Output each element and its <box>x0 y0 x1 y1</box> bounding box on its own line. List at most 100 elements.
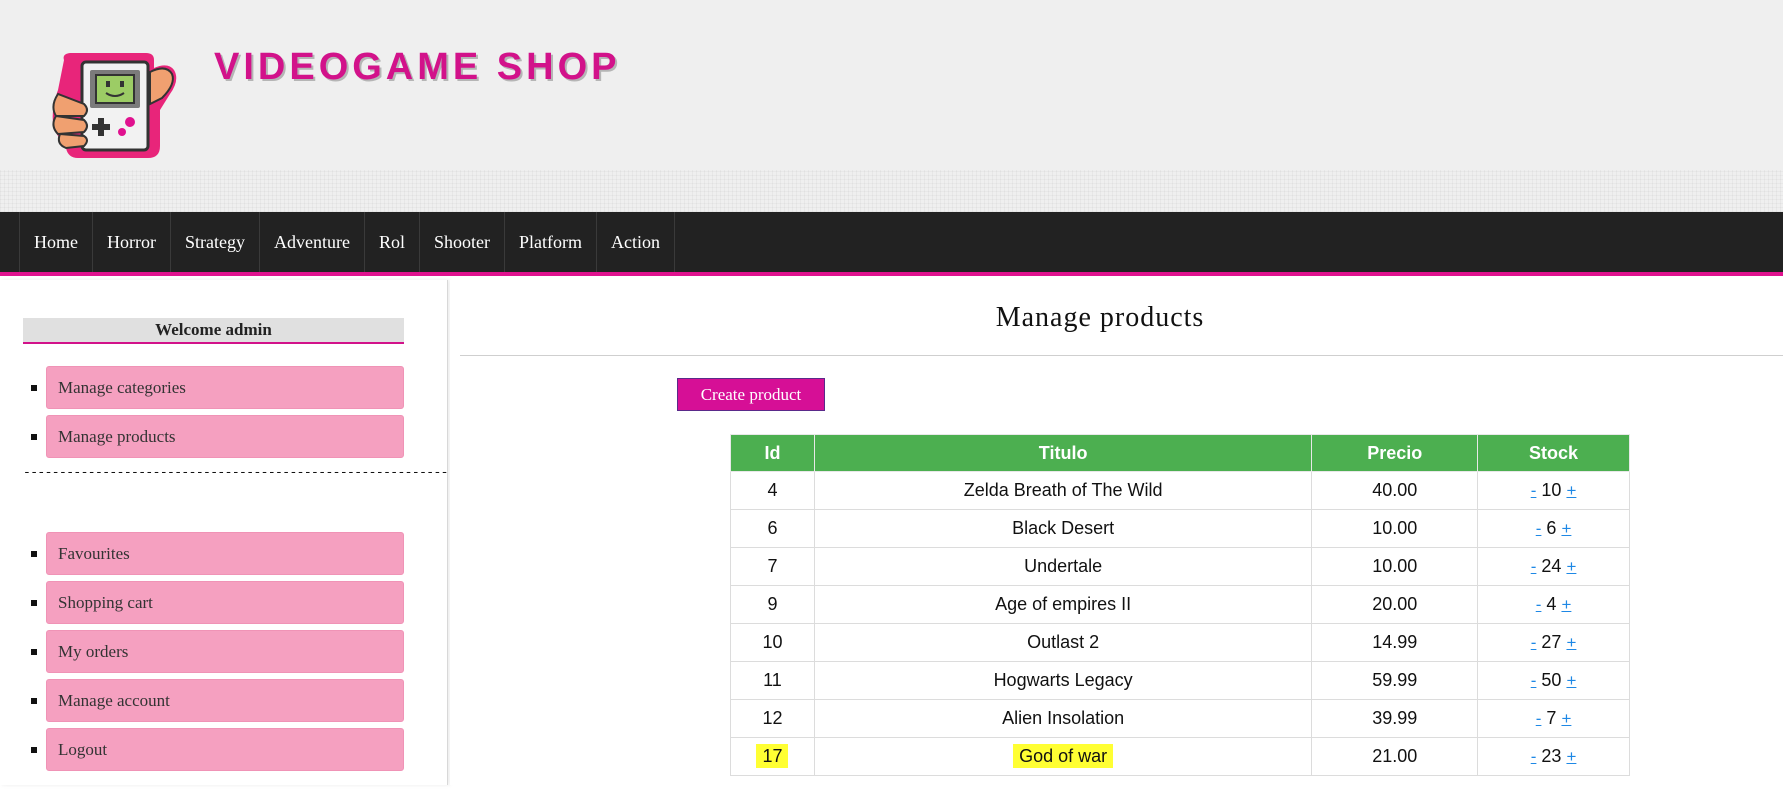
title-value: Zelda Breath of The Wild <box>963 480 1163 500</box>
cell-stock: - 10 + <box>1477 471 1630 510</box>
nav-item-home[interactable]: Home <box>19 212 92 272</box>
cell-id: 12 <box>730 699 815 738</box>
products-table: Id Titulo Precio Stock 4 Zelda Breath of … <box>730 434 1630 776</box>
cell-title: Undertale <box>813 547 1313 586</box>
site-title[interactable]: VIDEOGAME SHOP <box>214 46 621 89</box>
nav-item-horror[interactable]: Horror <box>92 212 170 272</box>
decrement-stock-link[interactable]: - <box>1531 557 1537 576</box>
menu-item-manage-account: Manage account <box>23 679 404 722</box>
increment-stock-link[interactable]: + <box>1561 595 1571 614</box>
stock-value: 4 <box>1546 594 1557 614</box>
price-value: 40.00 <box>1372 480 1418 500</box>
sidebar: Welcome admin Manage categories Manage p… <box>0 280 456 785</box>
decrement-stock-link[interactable]: - <box>1531 747 1537 766</box>
header-title: Titulo <box>813 434 1313 472</box>
increment-stock-link[interactable]: + <box>1566 633 1576 652</box>
nav-item-adventure[interactable]: Adventure <box>258 212 364 272</box>
site-header: VIDEOGAME SHOP <box>0 0 1783 170</box>
create-product-button[interactable]: Create product <box>677 378 825 411</box>
increment-stock-link[interactable]: + <box>1566 481 1576 500</box>
cell-id: 10 <box>730 623 815 662</box>
stock-value: 10 <box>1541 480 1562 500</box>
nav-item-action[interactable]: Action <box>595 212 675 272</box>
increment-stock-link[interactable]: + <box>1566 557 1576 576</box>
main-content: Manage products Create product Id Titulo… <box>450 280 1783 785</box>
menu-item-my-orders: My orders <box>23 630 404 673</box>
decrement-stock-link[interactable]: - <box>1531 633 1537 652</box>
decrement-stock-link[interactable]: - <box>1536 519 1542 538</box>
header-stock: Stock <box>1477 434 1630 472</box>
id-value: 10 <box>762 632 783 652</box>
decrement-stock-link[interactable]: - <box>1536 709 1542 728</box>
increment-stock-link[interactable]: + <box>1561 709 1571 728</box>
table-row: 4 Zelda Breath of The Wild 40.00 - 10 + <box>730 471 1630 510</box>
nav-item-strategy[interactable]: Strategy <box>169 212 259 272</box>
table-row: 9 Age of empires II 20.00 - 4 + <box>730 585 1630 624</box>
table-row: 11 Hogwarts Legacy 59.99 - 50 + <box>730 661 1630 700</box>
title-value: God of war <box>1013 744 1114 768</box>
id-value: 11 <box>763 670 782 690</box>
shopping-cart-button[interactable]: Shopping cart <box>46 581 404 624</box>
id-value: 6 <box>767 518 778 538</box>
id-value: 7 <box>767 556 778 576</box>
header-id: Id <box>730 434 815 472</box>
cell-price: 14.99 <box>1311 623 1479 662</box>
nav-item-rol[interactable]: Rol <box>363 212 419 272</box>
stock-value: 27 <box>1541 632 1562 652</box>
price-value: 39.99 <box>1372 708 1418 728</box>
cell-title: God of war <box>813 737 1313 776</box>
logout-button[interactable]: Logout <box>46 728 404 771</box>
decrement-stock-link[interactable]: - <box>1531 671 1537 690</box>
title-value: Hogwarts Legacy <box>993 670 1133 690</box>
gameboy-hand-icon[interactable] <box>50 50 185 162</box>
increment-stock-link[interactable]: + <box>1561 519 1571 538</box>
manage-categories-button[interactable]: Manage categories <box>46 366 404 409</box>
menu-item-manage-categories: Manage categories <box>23 366 404 409</box>
id-value: 9 <box>767 594 778 614</box>
nav-list: Home Horror Strategy Adventure Rol Shoot… <box>19 212 675 272</box>
price-value: 10.00 <box>1372 518 1418 538</box>
nav-item-platform[interactable]: Platform <box>503 212 596 272</box>
manage-account-button[interactable]: Manage account <box>46 679 404 722</box>
main-navbar: Home Horror Strategy Adventure Rol Shoot… <box>0 212 1783 276</box>
welcome-heading: Welcome admin <box>23 318 404 344</box>
table-row: 12 Alien Insolation 39.99 - 7 + <box>730 699 1630 738</box>
table-header-row: Id Titulo Precio Stock <box>730 434 1630 472</box>
title-value: Outlast 2 <box>1027 632 1100 652</box>
increment-stock-link[interactable]: + <box>1566 671 1576 690</box>
cell-stock: - 27 + <box>1477 623 1630 662</box>
cell-id: 11 <box>730 661 815 700</box>
bullet-icon <box>31 551 37 557</box>
menu-item-manage-products: Manage products <box>23 415 404 458</box>
price-value: 14.99 <box>1372 632 1418 652</box>
stock-value: 24 <box>1541 556 1562 576</box>
manage-products-button[interactable]: Manage products <box>46 415 404 458</box>
cell-title: Outlast 2 <box>813 623 1313 662</box>
my-orders-button[interactable]: My orders <box>46 630 404 673</box>
decrement-stock-link[interactable]: - <box>1536 595 1542 614</box>
cell-title: Black Desert <box>813 509 1313 548</box>
bullet-icon <box>31 698 37 704</box>
nav-item-shooter[interactable]: Shooter <box>418 212 504 272</box>
bullet-icon <box>31 385 37 391</box>
cell-id: 7 <box>730 547 815 586</box>
sidebar-divider: ----------------------------------------… <box>23 465 456 480</box>
title-value: Undertale <box>1024 556 1103 576</box>
favourites-button[interactable]: Favourites <box>46 532 404 575</box>
increment-stock-link[interactable]: + <box>1566 747 1576 766</box>
bullet-icon <box>31 600 37 606</box>
title-value: Age of empires II <box>995 594 1132 614</box>
table-row: 17 God of war 21.00 - 23 + <box>730 737 1630 776</box>
table-row: 10 Outlast 2 14.99 - 27 + <box>730 623 1630 662</box>
cell-price: 21.00 <box>1311 737 1479 776</box>
price-value: 10.00 <box>1372 556 1418 576</box>
table-row: 7 Undertale 10.00 - 24 + <box>730 547 1630 586</box>
decrement-stock-link[interactable]: - <box>1531 481 1537 500</box>
header-price: Precio <box>1311 434 1479 472</box>
title-value: Alien Insolation <box>1002 708 1125 728</box>
id-value: 4 <box>767 480 778 500</box>
cell-price: 40.00 <box>1311 471 1479 510</box>
stock-value: 23 <box>1541 746 1562 766</box>
cell-price: 39.99 <box>1311 699 1479 738</box>
cell-stock: - 4 + <box>1477 585 1630 624</box>
